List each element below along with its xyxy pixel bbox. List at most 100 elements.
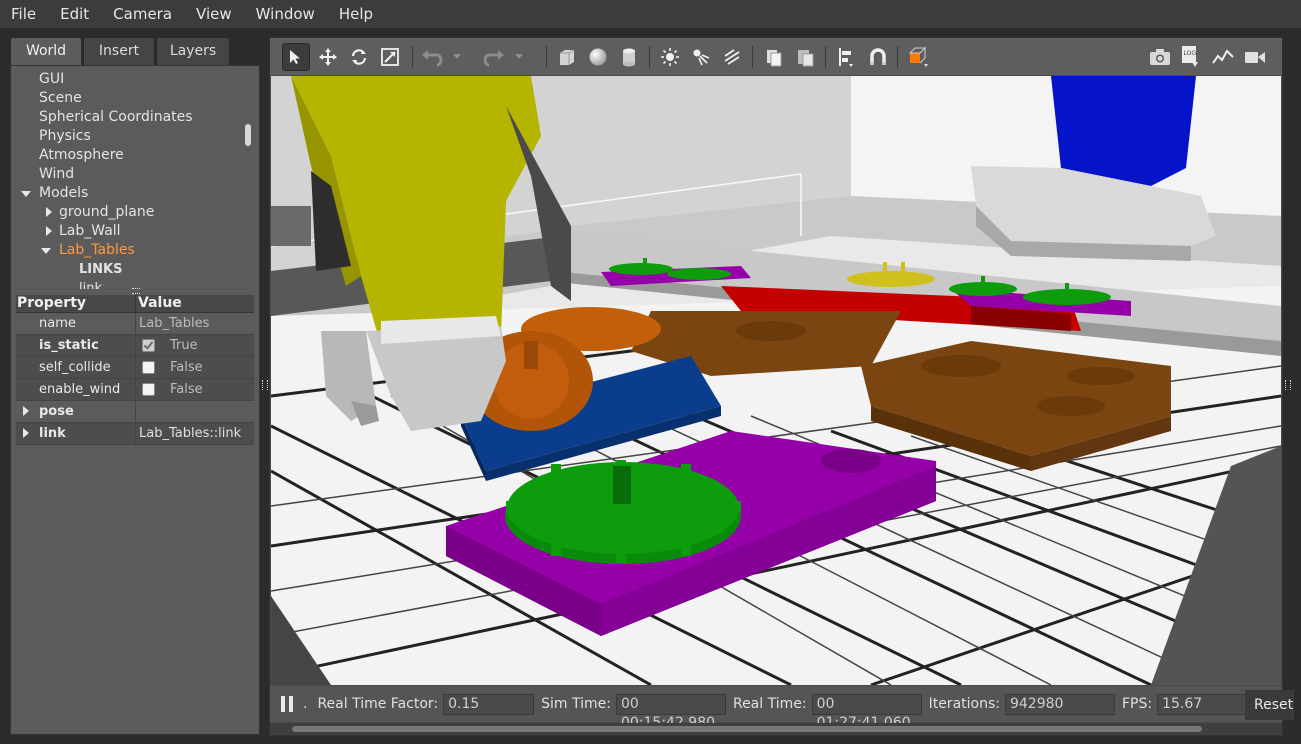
link-label: link — [39, 426, 66, 441]
menu-bar: File Edit Camera View Window Help — [0, 0, 1301, 28]
link-value: Lab_Tables::link — [136, 423, 254, 444]
menu-file[interactable]: File — [0, 0, 48, 28]
screenshot-icon[interactable] — [1146, 43, 1174, 71]
property-row-pose[interactable]: pose — [16, 401, 254, 423]
fps-field: 15.67 — [1157, 693, 1248, 715]
expand-right-icon[interactable] — [23, 406, 29, 416]
name-value-field[interactable]: Lab_Tables — [136, 313, 254, 334]
toolbar-separator — [825, 46, 826, 68]
reset-time-button[interactable]: Reset — [1245, 690, 1294, 720]
expand-down-icon[interactable] — [41, 248, 51, 254]
tree-item-atmosphere[interactable]: Atmosphere — [11, 146, 247, 165]
translate-icon[interactable] — [314, 43, 342, 71]
enable-wind-value: False — [170, 382, 203, 397]
pause-icon[interactable] — [281, 696, 293, 712]
redo-dropdown-icon[interactable] — [512, 43, 526, 71]
undo-icon[interactable] — [418, 43, 446, 71]
left-panel: World Insert Layers GUI Scene Spherical … — [10, 37, 260, 735]
copy-icon[interactable] — [760, 43, 788, 71]
is-static-checkbox[interactable] — [142, 339, 155, 352]
menu-help[interactable]: Help — [327, 0, 385, 28]
tree-item-ground-plane-label: ground_plane — [59, 204, 155, 220]
sphere-icon[interactable] — [584, 43, 612, 71]
property-table-header: Property Value — [16, 295, 254, 313]
right-splitter-handle[interactable] — [1285, 380, 1291, 390]
toolbar-separator — [649, 46, 650, 68]
tree-item-models[interactable]: Models — [11, 184, 247, 203]
expand-right-icon[interactable] — [46, 226, 52, 236]
tab-layers[interactable]: Layers — [156, 37, 230, 65]
spot-light-icon[interactable] — [687, 43, 715, 71]
menu-window[interactable]: Window — [244, 0, 327, 28]
tree-item-link-partial[interactable]: link — [11, 279, 247, 289]
scene-render — [271, 76, 1281, 685]
tree-scrollbar[interactable] — [245, 124, 251, 146]
tree-item-models-label: Models — [39, 185, 89, 201]
redo-icon[interactable] — [480, 43, 508, 71]
scrollbar-thumb[interactable] — [292, 726, 1202, 732]
select-arrow-icon[interactable] — [282, 43, 310, 71]
value-column-header: Value — [138, 295, 182, 311]
tab-world[interactable]: World — [10, 37, 82, 65]
property-row-is-static: is_static True — [16, 335, 254, 357]
property-row-name: name Lab_Tables — [16, 313, 254, 335]
tree-item-spherical-coordinates[interactable]: Spherical Coordinates — [11, 108, 247, 127]
property-row-self-collide: self_collide False — [16, 357, 254, 379]
property-value: False — [136, 379, 254, 400]
property-key: enable_wind — [16, 379, 136, 400]
expand-right-icon[interactable] — [23, 428, 29, 438]
scale-icon[interactable] — [376, 43, 404, 71]
tree-item-lab-wall[interactable]: Lab_Wall — [11, 222, 247, 241]
property-key: is_static — [16, 335, 136, 356]
property-row-enable-wind: enable_wind False — [16, 379, 254, 401]
directional-light-icon[interactable] — [718, 43, 746, 71]
tree-item-gui[interactable]: GUI — [11, 70, 247, 89]
menu-view[interactable]: View — [184, 0, 244, 28]
property-key: link — [16, 423, 136, 444]
rotate-icon[interactable] — [345, 43, 373, 71]
real-time-label: Real Time: — [732, 696, 807, 712]
plot-icon[interactable] — [1209, 43, 1237, 71]
pose-label: pose — [39, 404, 74, 419]
enable-wind-checkbox[interactable] — [142, 383, 155, 396]
left-splitter-handle[interactable] — [262, 380, 268, 390]
splitter-handle[interactable] — [132, 288, 140, 294]
tree-item-scene[interactable]: Scene — [11, 89, 247, 108]
tree-item-wind[interactable]: Wind — [11, 165, 247, 184]
video-icon[interactable] — [1241, 43, 1269, 71]
toolbar-separator — [546, 46, 547, 68]
tree-item-links[interactable]: LINKS — [11, 260, 247, 279]
paste-icon[interactable] — [791, 43, 819, 71]
tree-item-physics[interactable]: Physics — [11, 127, 247, 146]
sim-time-field: 00 00:15:42.980 — [615, 693, 726, 731]
iterations-label: Iterations: — [928, 696, 1000, 712]
svg-text:LOG: LOG — [1184, 50, 1197, 57]
expand-right-icon[interactable] — [46, 207, 52, 217]
toolbar-separator — [897, 46, 898, 68]
expand-down-icon[interactable] — [21, 191, 31, 197]
menu-camera[interactable]: Camera — [101, 0, 184, 28]
menu-edit[interactable]: Edit — [48, 0, 101, 28]
self-collide-checkbox[interactable] — [142, 361, 155, 374]
real-time-factor-label: Real Time Factor: — [317, 696, 439, 712]
toolbar: LOG — [270, 38, 1282, 75]
toolbar-separator — [752, 46, 753, 68]
tree-item-ground-plane[interactable]: ground_plane — [11, 203, 247, 222]
step-button[interactable]: . — [303, 696, 307, 712]
box-icon[interactable] — [553, 43, 581, 71]
view-angle-icon[interactable] — [904, 43, 932, 71]
tree-item-lab-tables[interactable]: Lab_Tables — [11, 241, 247, 260]
property-column-header: Property — [16, 295, 136, 312]
world-tree: GUI Scene Spherical Coordinates Physics … — [11, 70, 247, 291]
property-value: True — [136, 335, 254, 356]
undo-dropdown-icon[interactable] — [450, 43, 464, 71]
align-icon[interactable] — [832, 43, 860, 71]
point-light-icon[interactable] — [656, 43, 684, 71]
3d-viewport[interactable] — [271, 76, 1281, 685]
tab-insert[interactable]: Insert — [83, 37, 155, 65]
property-row-link[interactable]: link Lab_Tables::link — [16, 423, 254, 445]
log-icon[interactable]: LOG — [1176, 43, 1204, 71]
snap-icon[interactable] — [864, 43, 892, 71]
horizontal-scrollbar[interactable] — [270, 723, 1282, 735]
cylinder-icon[interactable] — [615, 43, 643, 71]
